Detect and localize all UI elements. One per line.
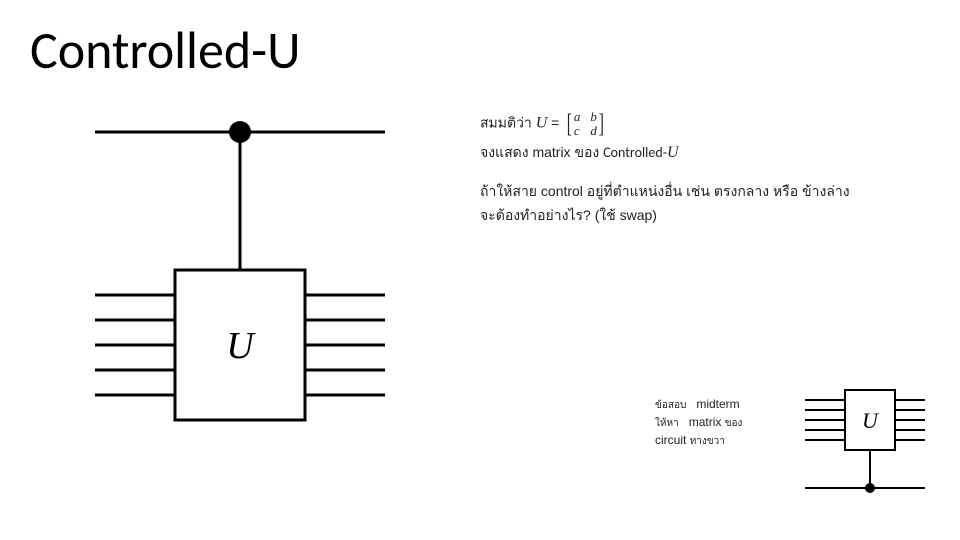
page-title: Controlled-U — [30, 18, 300, 82]
small-u-box-label: U — [862, 408, 880, 433]
of-word: ของ — [574, 144, 603, 160]
problem-description: สมมติว่า U = [ a b c d ] จงแสดง matrix ข… — [480, 110, 920, 226]
matrix-2x2: [ a b c d ] — [565, 110, 605, 138]
followup-q1: ถ้าให้สาย control อยู่ที่ตำแหน่งอื่น เช่… — [480, 180, 920, 202]
midterm-note: ข้อสอบ midterm ให้หา matrix ของ circuit … — [655, 395, 785, 449]
controlled-u-diagram: U — [85, 110, 395, 475]
midterm-line3: circuit ทางขวา — [655, 431, 785, 449]
followup-q2: จะต้องทำอย่างไร? (ใช้ swap) — [480, 204, 920, 226]
midterm-word: midterm — [696, 397, 739, 411]
find-word: ให้หา — [655, 418, 679, 429]
right-bracket-icon: ] — [599, 111, 604, 137]
show-prefix: จงแสดง — [480, 144, 532, 160]
midterm-line1: ข้อสอบ midterm — [655, 395, 785, 413]
right-side-word: ทางขวา — [690, 436, 725, 447]
assumption-line: สมมติว่า U = [ a b c d ] — [480, 110, 920, 138]
controlled-u-symbol: U — [667, 144, 679, 161]
u-box-label: U — [226, 325, 256, 367]
small-circuit-diagram: U — [800, 380, 930, 515]
controlled-prefix: Controlled- — [603, 144, 667, 161]
u-symbol: U — [536, 115, 548, 132]
task-line: จงแสดง matrix ของ Controlled-U — [480, 140, 920, 166]
matrix-entry-d: d — [590, 124, 597, 138]
matrix-entry-c: c — [574, 124, 581, 138]
matrix-word: matrix — [532, 144, 570, 160]
matrix-word-2: matrix — [689, 415, 722, 429]
matrix-entry-a: a — [574, 110, 581, 124]
of-word-2: ของ — [725, 418, 743, 429]
equals-sign: = — [551, 115, 563, 131]
exam-word: ข้อสอบ — [655, 400, 686, 411]
left-bracket-icon: [ — [567, 111, 572, 137]
matrix-entry-b: b — [590, 110, 597, 124]
midterm-line2: ให้หา matrix ของ — [655, 413, 785, 431]
assume-prefix: สมมติว่า — [480, 115, 536, 131]
circuit-word: circuit — [655, 433, 686, 447]
